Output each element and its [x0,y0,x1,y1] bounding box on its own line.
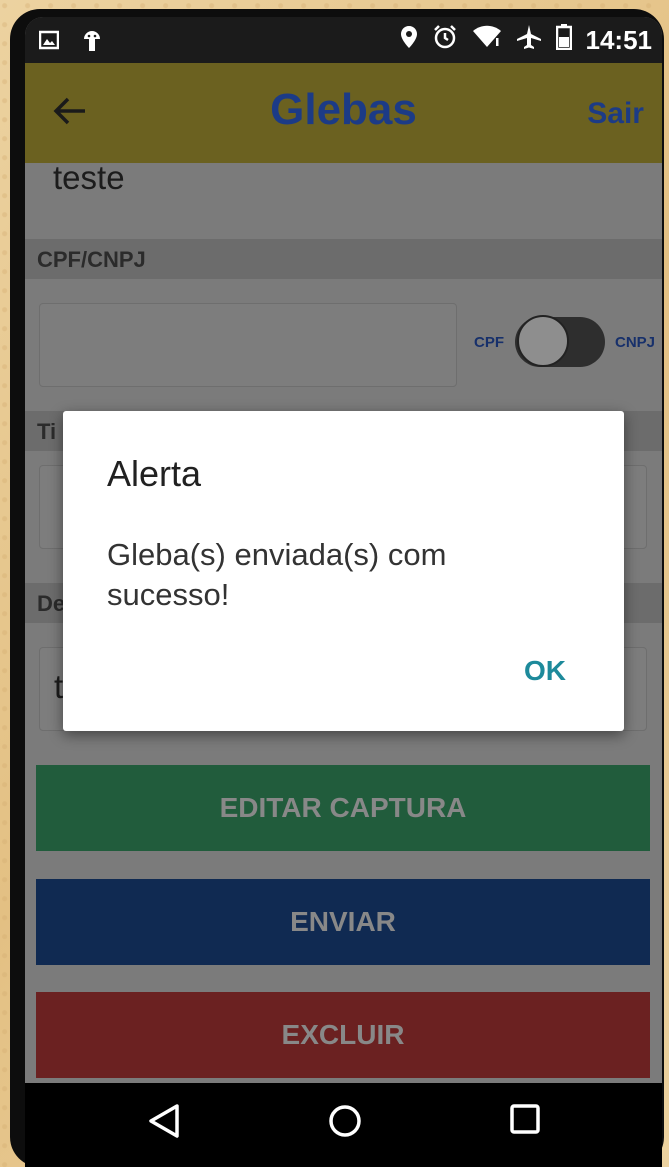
alert-dialog: Alerta Gleba(s) enviada(s) com sucesso! … [63,411,624,731]
status-time: 14:51 [585,25,653,55]
nav-recents-icon[interactable] [509,1103,541,1140]
airplane-icon [516,24,542,57]
nav-bar [25,1083,662,1167]
dialog-message: Gleba(s) enviada(s) com sucesso! [107,537,447,612]
dialog-title: Alerta [107,453,202,494]
battery-icon [555,24,572,57]
screen: 14:51 Glebas Sair teste CPF/CNPJ CPF CNP… [25,17,662,1167]
location-icon [400,25,418,56]
nav-back-icon[interactable] [147,1103,181,1144]
wifi-icon [472,25,502,56]
android-icon [81,27,103,58]
status-bar: 14:51 [25,17,662,63]
alarm-icon [432,24,458,57]
image-icon [38,30,60,55]
nav-home-icon[interactable] [327,1103,363,1144]
ok-button[interactable]: OK [524,655,566,687]
